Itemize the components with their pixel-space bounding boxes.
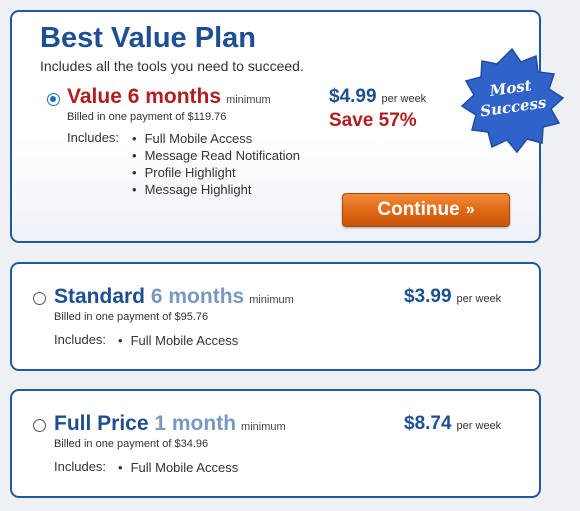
double-chevron-right-icon: »: [465, 201, 475, 218]
plan-standard-includes-label: Includes:: [54, 332, 107, 347]
plan-standard-title: Standard 6 months minimum: [54, 285, 294, 309]
plan-value-save: Save 57%: [329, 110, 417, 131]
plan-value-feature: Message Highlight: [132, 182, 252, 197]
plan-standard-billed: Billed in one payment of $95.76: [54, 311, 209, 323]
plan-standard-per: per week: [456, 293, 502, 305]
plan-full-price-price-row: $8.74 per week: [404, 413, 501, 435]
plan-value-includes-label: Includes:: [67, 130, 120, 145]
plan-full-price-title: Full Price 1 month minimum: [54, 412, 286, 436]
plan-card-standard[interactable]: Standard 6 months minimum Billed in one p…: [10, 262, 541, 371]
plan-card-full-price[interactable]: Full Price 1 month minimum Billed in one …: [10, 389, 541, 498]
plan-full-price-radio[interactable]: [33, 419, 46, 432]
plan-full-price-price: $8.74: [404, 413, 452, 434]
plan-value-price-row: $4.99 per week: [329, 86, 426, 108]
plan-standard-duration: 6 months: [150, 285, 245, 308]
plan-value-feature: Full Mobile Access: [132, 131, 253, 146]
plan-standard-minimum: minimum: [249, 294, 294, 306]
plan-value-minimum: minimum: [226, 94, 271, 106]
plan-value-duration: 6 months: [127, 85, 222, 108]
plan-standard-price-row: $3.99 per week: [404, 286, 501, 308]
plan-value-billed: Billed in one payment of $119.76: [67, 111, 227, 123]
page-subtitle: Includes all the tools you need to succe…: [40, 58, 304, 74]
most-success-badge: Most Success: [458, 47, 566, 155]
plan-value-price: $4.99: [329, 86, 377, 107]
plan-standard-price: $3.99: [404, 286, 452, 307]
plan-value-name: Value: [67, 85, 122, 108]
plan-full-price-minimum: minimum: [241, 421, 286, 433]
plan-full-price-includes-label: Includes:: [54, 459, 107, 474]
plan-value-feature: Profile Highlight: [132, 165, 236, 180]
continue-button[interactable]: Continue »: [342, 193, 510, 227]
plan-standard-feature: Full Mobile Access: [118, 333, 239, 348]
plan-standard-name: Standard: [54, 285, 146, 308]
plan-full-price-feature: Full Mobile Access: [118, 460, 239, 475]
page-title: Best Value Plan: [40, 22, 256, 54]
plan-value-per: per week: [381, 93, 427, 105]
plan-full-price-name: Full Price: [54, 412, 149, 435]
plan-value-feature: Message Read Notification: [132, 148, 300, 163]
plan-standard-radio[interactable]: [33, 292, 46, 305]
plan-full-price-billed: Billed in one payment of $34.96: [54, 438, 209, 450]
plan-full-price-duration: 1 month: [154, 412, 237, 435]
plan-value-radio[interactable]: [47, 93, 60, 106]
continue-button-label: Continue: [377, 199, 460, 220]
plan-full-price-per: per week: [456, 420, 502, 432]
plan-value-title: Value 6 months minimum: [67, 85, 271, 109]
